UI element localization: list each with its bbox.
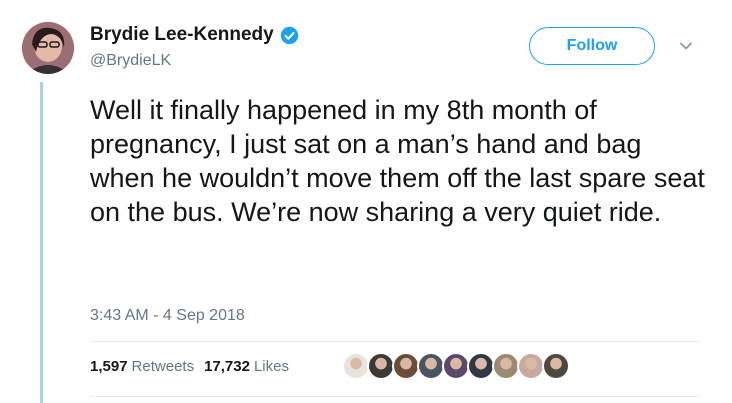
divider <box>90 341 700 342</box>
liker-avatar[interactable] <box>342 352 370 380</box>
likes-stat[interactable]: 17,732 Likes <box>204 358 289 375</box>
liker-avatar[interactable] <box>542 352 570 380</box>
tweet-text: Well it finally happened in my 8th month… <box>90 95 705 227</box>
liker-avatar[interactable] <box>367 352 395 380</box>
likes-count: 17,732 <box>204 358 250 375</box>
retweets-count: 1,597 <box>90 358 128 375</box>
likes-label: Likes <box>253 358 289 375</box>
chevron-down-icon[interactable] <box>678 38 694 54</box>
verified-badge-icon <box>280 26 298 44</box>
liker-avatar[interactable] <box>467 352 495 380</box>
liker-avatar[interactable] <box>517 352 545 380</box>
retweets-label: Retweets <box>131 358 195 375</box>
liker-avatar[interactable] <box>492 352 520 380</box>
author-handle[interactable]: @BrydieLK <box>90 52 171 70</box>
author-name[interactable]: Brydie Lee-Kennedy <box>90 24 274 46</box>
retweets-stat[interactable]: 1,597 Retweets <box>90 358 194 375</box>
liker-avatars <box>342 352 570 380</box>
liker-avatar[interactable] <box>442 352 470 380</box>
follow-button[interactable]: Follow <box>529 27 655 65</box>
liker-avatar[interactable] <box>392 352 420 380</box>
divider <box>90 396 700 397</box>
thread-connector-line <box>40 82 43 403</box>
engagement-stats: 1,597 Retweets 17,732 Likes <box>90 358 289 375</box>
liker-avatar[interactable] <box>417 352 445 380</box>
avatar[interactable] <box>22 22 74 74</box>
tweet-timestamp[interactable]: 3:43 AM - 4 Sep 2018 <box>90 307 245 325</box>
author-name-row: Brydie Lee-Kennedy <box>90 24 299 46</box>
profile-photo-icon <box>22 22 74 74</box>
